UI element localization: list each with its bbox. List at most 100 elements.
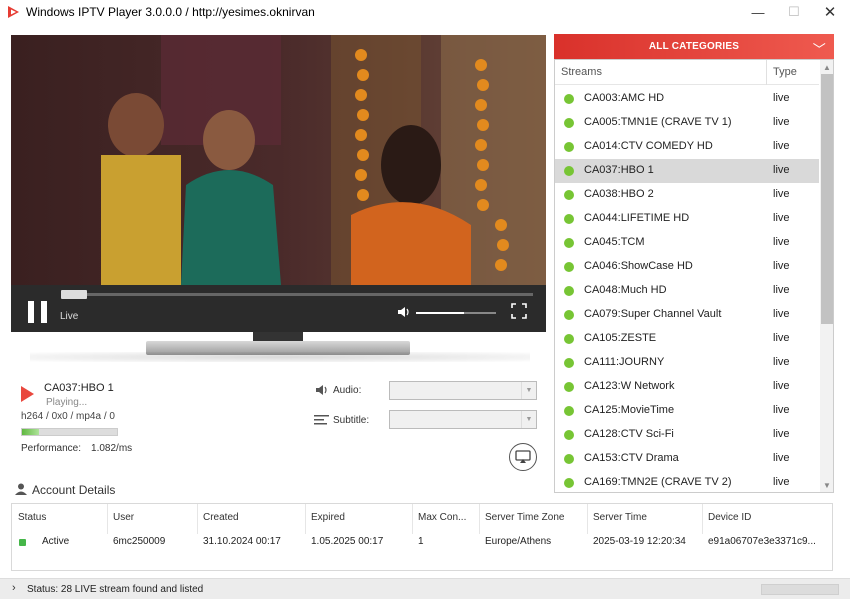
- column-divider[interactable]: [766, 60, 767, 85]
- live-status-dot: [564, 166, 574, 176]
- stream-row[interactable]: CA105:ZESTE live: [555, 327, 819, 351]
- status-active-dot: [19, 539, 26, 546]
- scroll-up-icon[interactable]: ▲: [820, 60, 833, 74]
- now-playing-status: Playing...: [46, 397, 88, 408]
- account-column-header[interactable]: Created: [203, 512, 239, 523]
- stream-row[interactable]: CA128:CTV Sci-Fi live: [555, 423, 819, 447]
- account-details-title: Account Details: [32, 483, 116, 497]
- stream-row[interactable]: CA111:JOURNY live: [555, 351, 819, 375]
- category-dropdown[interactable]: ALL CATEGORIES ﹀: [554, 34, 834, 59]
- fullscreen-icon[interactable]: [511, 303, 527, 319]
- live-status-dot: [564, 382, 574, 392]
- stream-name: CA045:TCM: [584, 236, 645, 248]
- account-value: 2025-03-19 12:20:34: [593, 536, 686, 547]
- live-status-dot: [564, 190, 574, 200]
- account-table: Status Active User 6mc250009 Created 31.10.20…: [11, 503, 833, 571]
- close-button[interactable]: ✕: [812, 0, 848, 24]
- stream-type: live: [773, 452, 790, 464]
- stream-row[interactable]: CA003:AMC HD live: [555, 87, 819, 111]
- account-column-header[interactable]: Server Time Zone: [485, 512, 564, 523]
- column-divider[interactable]: [702, 504, 703, 534]
- live-status-dot: [564, 310, 574, 320]
- stream-rows: CA003:AMC HD live CA005:TMN1E (CRAVE TV 1)…: [555, 87, 819, 492]
- stream-row[interactable]: CA044:LIFETIME HD live: [555, 207, 819, 231]
- account-column-header[interactable]: Device ID: [708, 512, 751, 523]
- stream-type: live: [773, 188, 790, 200]
- stream-type: live: [773, 356, 790, 368]
- pause-icon[interactable]: [28, 301, 48, 323]
- subtitle-label: Subtitle:: [333, 415, 370, 426]
- chevron-down-icon[interactable]: ▼: [521, 382, 536, 399]
- account-column-header[interactable]: Max Con...: [418, 512, 466, 523]
- stream-row[interactable]: CA037:HBO 1 live: [555, 159, 819, 183]
- stream-list-header: Streams Type: [555, 60, 819, 85]
- account-column-header[interactable]: User: [113, 512, 134, 523]
- stream-type: live: [773, 404, 790, 416]
- status-progress: [761, 584, 839, 595]
- live-status-dot: [564, 94, 574, 104]
- live-status-dot: [564, 214, 574, 224]
- stream-name: CA048:Much HD: [584, 284, 667, 296]
- stream-row[interactable]: CA048:Much HD live: [555, 279, 819, 303]
- account-column: User 6mc250009: [107, 504, 197, 570]
- account-column-header[interactable]: Server Time: [593, 512, 647, 523]
- stream-row[interactable]: CA045:TCM live: [555, 231, 819, 255]
- scroll-down-icon[interactable]: ▼: [820, 478, 833, 492]
- stream-type: live: [773, 308, 790, 320]
- stream-row[interactable]: CA125:MovieTime live: [555, 399, 819, 423]
- stream-row[interactable]: CA005:TMN1E (CRAVE TV 1) live: [555, 111, 819, 135]
- play-icon[interactable]: [21, 386, 34, 402]
- stream-row[interactable]: CA169:TMN2E (CRAVE TV 2) live: [555, 471, 819, 492]
- stream-row[interactable]: CA014:CTV COMEDY HD live: [555, 135, 819, 159]
- window-title: Windows IPTV Player 3.0.0.0 / http://yes…: [26, 5, 315, 19]
- column-divider[interactable]: [587, 504, 588, 534]
- chevron-right-icon[interactable]: ›: [12, 582, 16, 594]
- maximize-button[interactable]: ☐: [776, 0, 812, 24]
- minimize-button[interactable]: —: [740, 0, 776, 24]
- buffer-bar: [21, 428, 118, 436]
- account-value: 31.10.2024 00:17: [203, 536, 281, 547]
- stream-row[interactable]: CA046:ShowCase HD live: [555, 255, 819, 279]
- column-divider[interactable]: [107, 504, 108, 534]
- account-value: 1: [418, 536, 424, 547]
- stream-type: live: [773, 284, 790, 296]
- stream-list-scrollbar[interactable]: ▲ ▼: [820, 60, 833, 492]
- live-label: Live: [60, 311, 79, 322]
- seek-knob[interactable]: [61, 290, 87, 299]
- stream-type: live: [773, 260, 790, 272]
- stream-row[interactable]: CA153:CTV Drama live: [555, 447, 819, 471]
- audio-select[interactable]: ▼: [389, 381, 537, 400]
- column-divider[interactable]: [412, 504, 413, 534]
- stream-row[interactable]: CA079:Super Channel Vault live: [555, 303, 819, 327]
- column-divider[interactable]: [479, 504, 480, 534]
- stream-row[interactable]: CA038:HBO 2 live: [555, 183, 819, 207]
- volume-icon[interactable]: [397, 305, 411, 319]
- scroll-thumb[interactable]: [821, 74, 833, 324]
- column-streams[interactable]: Streams: [561, 66, 602, 78]
- live-status-dot: [564, 262, 574, 272]
- player-controls: Live: [11, 285, 546, 332]
- audio-icon: [316, 385, 327, 395]
- stream-name: CA128:CTV Sci-Fi: [584, 428, 674, 440]
- stream-type: live: [773, 380, 790, 392]
- video-player[interactable]: Live: [11, 35, 546, 332]
- stream-type: live: [773, 236, 790, 248]
- column-type[interactable]: Type: [773, 66, 797, 78]
- app-logo-icon: [8, 6, 19, 18]
- account-column: Expired 1.05.2025 00:17: [305, 504, 412, 570]
- live-status-dot: [564, 238, 574, 248]
- live-status-dot: [564, 478, 574, 488]
- account-column-header[interactable]: Expired: [311, 512, 345, 523]
- chevron-down-icon[interactable]: ▼: [521, 411, 536, 428]
- stream-row[interactable]: CA123:W Network live: [555, 375, 819, 399]
- tv-shadow: [30, 352, 530, 362]
- column-divider[interactable]: [305, 504, 306, 534]
- account-column-header[interactable]: Status: [18, 512, 46, 523]
- account-value: Europe/Athens: [485, 536, 552, 547]
- column-divider[interactable]: [197, 504, 198, 534]
- seek-track[interactable]: [61, 293, 533, 296]
- chevron-down-icon[interactable]: ﹀: [813, 39, 826, 58]
- codec-info: h264 / 0x0 / mp4a / 0: [21, 411, 115, 422]
- cast-button[interactable]: [509, 443, 537, 471]
- subtitle-select[interactable]: ▼: [389, 410, 537, 429]
